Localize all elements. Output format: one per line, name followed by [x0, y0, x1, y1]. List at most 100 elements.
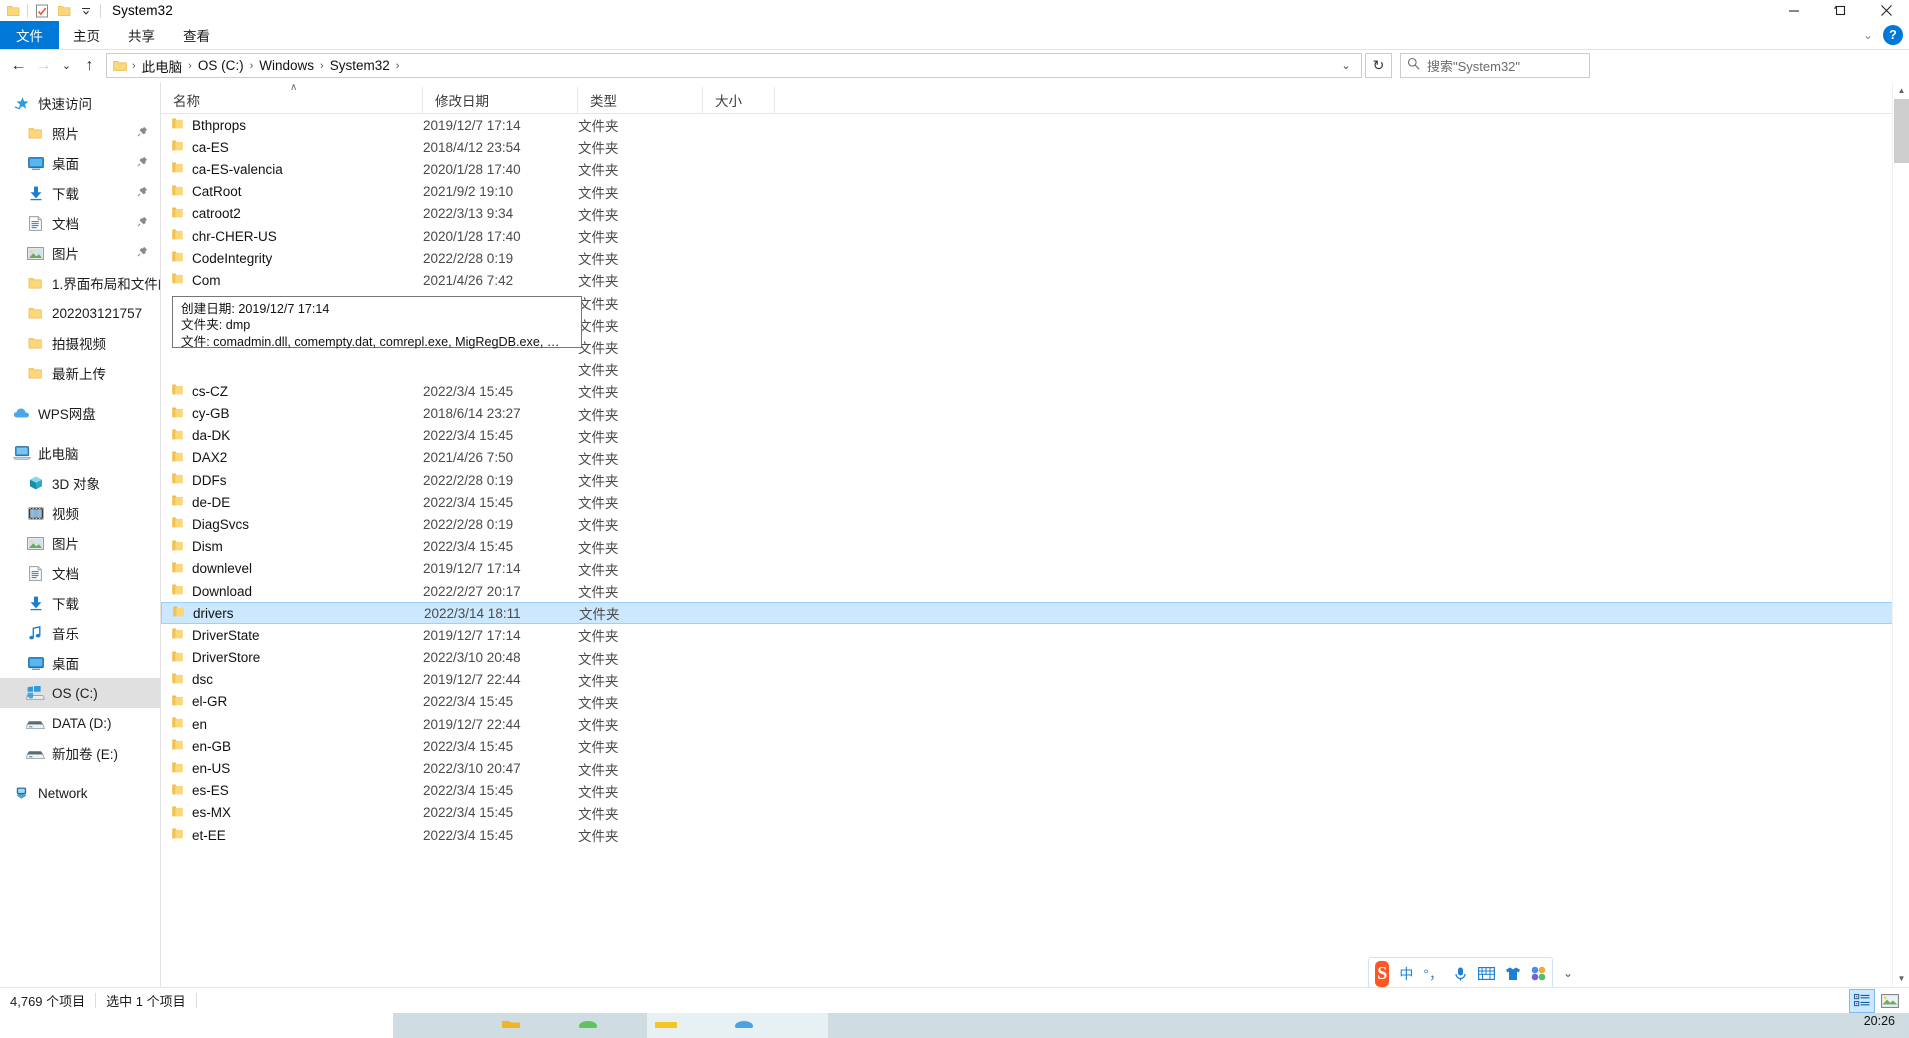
ime-chinese-mode[interactable]: 中 — [1399, 964, 1413, 984]
ime-soft-keyboard-icon[interactable] — [1478, 967, 1495, 980]
chevron-down-icon[interactable]: ⌄ — [1333, 54, 1359, 77]
ime-voice-input-icon[interactable] — [1453, 966, 1468, 982]
sidebar-item-16[interactable]: 下载 — [0, 588, 160, 618]
sidebar-item-1[interactable]: 照片 — [0, 118, 160, 148]
taskbar-wechat-icon[interactable] — [577, 1015, 599, 1033]
table-row[interactable]: de-DE 2022/3/4 15:45 文件夹 — [161, 491, 1909, 513]
column-header-name[interactable]: 名称 — [161, 86, 423, 114]
tab-home[interactable]: 主页 — [59, 21, 114, 49]
ime-punctuation-mode[interactable]: °， — [1423, 964, 1443, 984]
table-row[interactable]: et-EE 2022/3/4 15:45 文件夹 — [161, 824, 1909, 846]
ime-skin-icon[interactable] — [1505, 967, 1521, 981]
column-header-type[interactable]: 类型 — [578, 86, 703, 114]
chevron-down-icon[interactable]: ⌄ — [1863, 28, 1873, 42]
tab-file[interactable]: 文件 — [0, 21, 59, 49]
taskbar[interactable]: 20:26 — [0, 1013, 1909, 1038]
table-row[interactable]: CatRoot 2021/9/2 19:10 文件夹 — [161, 181, 1909, 203]
refresh-button[interactable]: ↻ — [1365, 53, 1392, 78]
table-row[interactable]: en 2019/12/7 22:44 文件夹 — [161, 713, 1909, 735]
maximize-button[interactable] — [1817, 0, 1863, 21]
table-row[interactable]: en-GB 2022/3/4 15:45 文件夹 — [161, 735, 1909, 757]
column-header-date[interactable]: 修改日期 — [423, 86, 578, 114]
table-row[interactable]: Download 2022/2/27 20:17 文件夹 — [161, 580, 1909, 602]
table-row[interactable]: ca-ES-valencia 2020/1/28 17:40 文件夹 — [161, 158, 1909, 180]
sidebar-item-13[interactable]: 视频 — [0, 498, 160, 528]
pin-icon[interactable] — [137, 156, 148, 170]
table-row[interactable]: cy-GB 2018/6/14 23:27 文件夹 — [161, 402, 1909, 424]
table-row[interactable]: DAX2 2021/4/26 7:50 文件夹 — [161, 447, 1909, 469]
minimize-button[interactable] — [1771, 0, 1817, 21]
table-row[interactable]: dsc 2019/12/7 22:44 文件夹 — [161, 669, 1909, 691]
scroll-down-arrow[interactable]: ▼ — [1893, 970, 1909, 987]
table-row[interactable]: CodeIntegrity 2022/2/28 0:19 文件夹 — [161, 247, 1909, 269]
sidebar-item-3[interactable]: 下载 — [0, 178, 160, 208]
vertical-scrollbar[interactable]: ▲ ▼ — [1892, 82, 1909, 987]
help-button[interactable]: ? — [1883, 25, 1903, 45]
sidebar-item-18[interactable]: 桌面 — [0, 648, 160, 678]
table-row[interactable]: en-US 2022/3/10 20:47 文件夹 — [161, 757, 1909, 779]
sidebar-item-17[interactable]: 音乐 — [0, 618, 160, 648]
breadcrumb-item-system32[interactable]: System32 — [325, 55, 395, 77]
close-button[interactable] — [1863, 0, 1909, 21]
pin-icon[interactable] — [137, 186, 148, 200]
sidebar-item-4[interactable]: 文档 — [0, 208, 160, 238]
recent-locations-button[interactable]: ⌄ — [56, 53, 77, 78]
properties-icon[interactable] — [31, 1, 53, 21]
sidebar-item-19[interactable]: OS (C:) — [0, 678, 160, 708]
table-row[interactable]: catroot2 2022/3/13 9:34 文件夹 — [161, 203, 1909, 225]
sidebar-item-11[interactable]: 此电脑 — [0, 438, 160, 468]
sidebar-item-9[interactable]: 最新上传 — [0, 358, 160, 388]
thumbnail-view-icon[interactable] — [1877, 989, 1903, 1013]
pin-icon[interactable] — [137, 216, 148, 230]
search-input[interactable]: 搜索"System32" — [1400, 53, 1590, 78]
sidebar-item-15[interactable]: 文档 — [0, 558, 160, 588]
new-folder-icon[interactable] — [53, 1, 75, 21]
pin-icon[interactable] — [137, 246, 148, 260]
ime-toolbox-icon[interactable] — [1531, 966, 1546, 981]
column-header-size[interactable]: 大小 — [703, 86, 775, 114]
sidebar-item-5[interactable]: 图片 — [0, 238, 160, 268]
table-row[interactable]: Dism 2022/3/4 15:45 文件夹 — [161, 536, 1909, 558]
table-row[interactable]: DriverStore 2022/3/10 20:48 文件夹 — [161, 647, 1909, 669]
taskbar-folder-icon[interactable] — [500, 1015, 522, 1033]
breadcrumb[interactable]: › 此电脑 › OS (C:) › Windows › System32 › ⌄ — [106, 53, 1362, 78]
breadcrumb-item-this-pc[interactable]: 此电脑 — [137, 55, 188, 77]
scrollbar-thumb[interactable] — [1894, 99, 1909, 163]
breadcrumb-item-windows[interactable]: Windows — [254, 55, 319, 77]
sidebar-item-22[interactable]: Network — [0, 778, 160, 808]
breadcrumb-item-os-c[interactable]: OS (C:) — [193, 55, 249, 77]
sidebar-item-12[interactable]: 3D 对象 — [0, 468, 160, 498]
customize-dropdown-icon[interactable] — [75, 1, 97, 21]
table-row[interactable]: es-MX 2022/3/4 15:45 文件夹 — [161, 802, 1909, 824]
tab-view[interactable]: 查看 — [169, 21, 224, 49]
sidebar-item-14[interactable]: 图片 — [0, 528, 160, 558]
table-row[interactable]: Com 2021/4/26 7:42 文件夹 — [161, 269, 1909, 291]
table-row[interactable]: chr-CHER-US 2020/1/28 17:40 文件夹 — [161, 225, 1909, 247]
table-row[interactable]: ca-ES 2018/4/12 23:54 文件夹 — [161, 136, 1909, 158]
tray-expand-chevron-icon[interactable]: ⌄ — [1563, 966, 1573, 980]
taskbar-app-yellow-icon[interactable] — [654, 1015, 678, 1033]
sidebar-item-7[interactable]: 202203121757 — [0, 298, 160, 328]
sidebar-item-21[interactable]: 新加卷 (E:) — [0, 738, 160, 768]
sidebar-item-0[interactable]: 快速访问 — [0, 88, 160, 118]
sidebar-item-2[interactable]: 桌面 — [0, 148, 160, 178]
sidebar-item-8[interactable]: 拍摄视频 — [0, 328, 160, 358]
sogou-ime-logo-icon[interactable]: S — [1375, 960, 1390, 987]
table-row[interactable]: DDFs 2022/2/28 0:19 文件夹 — [161, 469, 1909, 491]
scroll-up-arrow[interactable]: ▲ — [1893, 82, 1909, 99]
table-row[interactable]: DriverState 2019/12/7 17:14 文件夹 — [161, 624, 1909, 646]
table-row[interactable]: el-GR 2022/3/4 15:45 文件夹 — [161, 691, 1909, 713]
sidebar-item-20[interactable]: DATA (D:) — [0, 708, 160, 738]
tab-share[interactable]: 共享 — [114, 21, 169, 49]
table-row[interactable]: da-DK 2022/3/4 15:45 文件夹 — [161, 425, 1909, 447]
table-row[interactable]: downlevel 2019/12/7 17:14 文件夹 — [161, 558, 1909, 580]
table-row[interactable]: 文件夹 — [161, 358, 1909, 380]
table-row[interactable]: DiagSvcs 2022/2/28 0:19 文件夹 — [161, 513, 1909, 535]
table-row[interactable]: es-ES 2022/3/4 15:45 文件夹 — [161, 780, 1909, 802]
table-row[interactable]: cs-CZ 2022/3/4 15:45 文件夹 — [161, 380, 1909, 402]
table-row[interactable]: Bthprops 2019/12/7 17:14 文件夹 — [161, 114, 1909, 136]
forward-button[interactable]: → — [31, 53, 56, 78]
sidebar-item-10[interactable]: WPS网盘 — [0, 398, 160, 428]
table-row[interactable]: drivers 2022/3/14 18:11 文件夹 — [161, 602, 1909, 625]
back-button[interactable]: ← — [6, 53, 31, 78]
